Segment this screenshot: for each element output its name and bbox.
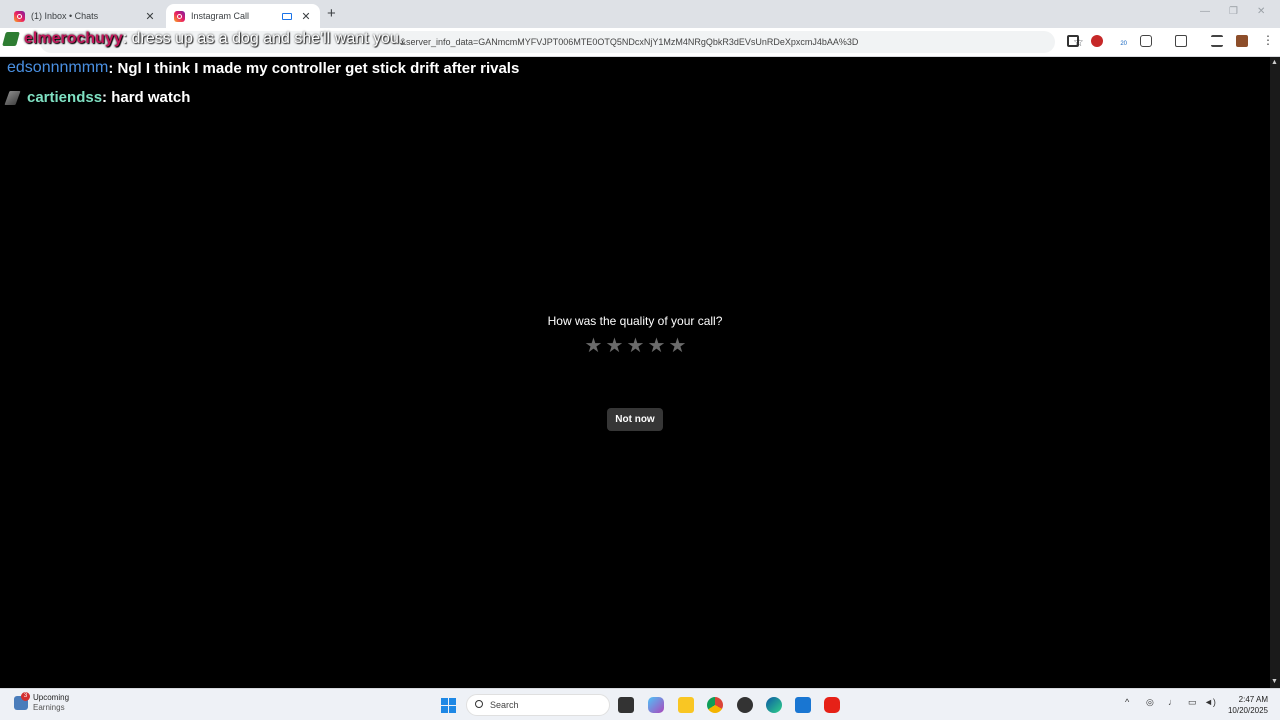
volume-icon[interactable]: ◄): [1204, 697, 1216, 707]
chat-line-2: edsonnnmmm : Ngl I think I made my contr…: [7, 59, 519, 77]
microphone-icon[interactable]: ♩: [1168, 697, 1177, 707]
extension-badge-icon[interactable]: 20: [1115, 35, 1127, 47]
screenshot-extension-icon[interactable]: [1067, 35, 1079, 47]
cast-icon[interactable]: [1175, 35, 1187, 47]
chat-username: edsonnnmmm: [7, 59, 109, 76]
tray-overflow-icon[interactable]: ^: [1125, 697, 1129, 707]
page-scrollbar[interactable]: [1270, 57, 1280, 688]
maximize-icon[interactable]: ❐: [1229, 6, 1238, 17]
window-close-icon[interactable]: ✕: [1257, 6, 1265, 17]
earnings-icon: 3: [14, 692, 30, 710]
call-rating-panel: How was the quality of your call? ★ ★ ★ ★ ★: [0, 314, 1270, 356]
chat-line-1: elmerochuyy : dress up as a dog and she'…: [2, 30, 404, 48]
widgets-button[interactable]: 3 Upcoming Earnings: [14, 692, 70, 713]
store-icon[interactable]: [795, 697, 811, 713]
clock-date: 10/20/2025: [1227, 706, 1268, 715]
notification-badge: 3: [21, 692, 30, 701]
close-tab-icon[interactable]: ✕: [144, 10, 156, 23]
minimize-icon[interactable]: —: [1200, 6, 1210, 17]
task-view-icon[interactable]: [618, 697, 634, 713]
instagram-icon: [14, 10, 25, 22]
copilot-icon[interactable]: [648, 697, 664, 713]
clock-time: 2:47 AM: [1238, 695, 1268, 704]
star-icon[interactable]: ★: [606, 336, 624, 356]
menu-kebab-icon[interactable]: ⋮: [1262, 34, 1274, 47]
windows-taskbar: 3 Upcoming Earnings Search ^ ◎ ♩ ▭ ◄) 2:…: [0, 688, 1280, 720]
display-icon[interactable]: ▭: [1188, 697, 1197, 708]
tab-instagram-call[interactable]: Instagram Call ✕: [166, 4, 320, 28]
search-icon: [475, 700, 483, 708]
chat-message: : hard watch: [102, 89, 191, 106]
scroll-up-icon[interactable]: ▲: [1271, 59, 1278, 66]
chat-username: elmerochuyy: [24, 30, 123, 47]
network-icon[interactable]: ◎: [1146, 697, 1154, 708]
media-queue-icon[interactable]: [1211, 35, 1223, 47]
opera-extension-icon[interactable]: [1091, 35, 1103, 47]
not-now-button[interactable]: Not now: [607, 408, 663, 431]
star-icon[interactable]: ★: [627, 336, 645, 356]
tab-inbox[interactable]: (1) Inbox • Chats ✕: [6, 4, 164, 28]
new-tab-button[interactable]: +: [327, 5, 336, 22]
widget-title: Upcoming: [33, 693, 70, 702]
chat-line-3: cartiendss : hard watch: [4, 89, 191, 106]
profile-avatar[interactable]: [1236, 35, 1248, 47]
star-icon[interactable]: ★: [669, 336, 687, 356]
media-playing-icon[interactable]: [282, 12, 292, 20]
taskbar-search[interactable]: Search: [466, 694, 610, 716]
scroll-down-icon[interactable]: ▼: [1271, 678, 1278, 685]
close-tab-icon[interactable]: ✕: [300, 10, 312, 23]
tab-bar: (1) Inbox • Chats ✕ Instagram Call ✕ + —…: [0, 0, 1280, 28]
system-clock[interactable]: 2:47 AM 10/20/2025: [1222, 694, 1268, 716]
chrome-icon[interactable]: [707, 697, 723, 713]
youtube-icon[interactable]: [824, 697, 840, 713]
edge-icon[interactable]: [766, 697, 782, 713]
rating-question: How was the quality of your call?: [547, 314, 723, 328]
star-icon[interactable]: ★: [648, 336, 666, 356]
file-explorer-icon[interactable]: [678, 697, 694, 713]
chat-message: : Ngl I think I made my controller get s…: [108, 59, 520, 77]
obs-icon[interactable]: [737, 697, 753, 713]
extensions-puzzle-icon[interactable]: [1140, 35, 1152, 47]
instagram-icon: [174, 10, 185, 22]
chat-message: : dress up as a dog and she'll want you.: [122, 30, 404, 47]
star-icon[interactable]: ★: [585, 336, 603, 356]
url-text: &server_info_data=GANmcmMYFVJPT006MTE0OT…: [400, 37, 859, 47]
badge-icon: [2, 32, 20, 46]
chat-username: cartiendss: [27, 89, 103, 106]
widget-subtitle: Earnings: [33, 703, 65, 712]
tab-title: Instagram Call: [191, 11, 250, 21]
star-rating: ★ ★ ★ ★ ★: [0, 336, 1270, 356]
start-button[interactable]: [441, 698, 456, 713]
tab-title: (1) Inbox • Chats: [31, 11, 99, 21]
search-placeholder: Search: [490, 700, 519, 710]
feather-badge-icon: [4, 90, 21, 105]
